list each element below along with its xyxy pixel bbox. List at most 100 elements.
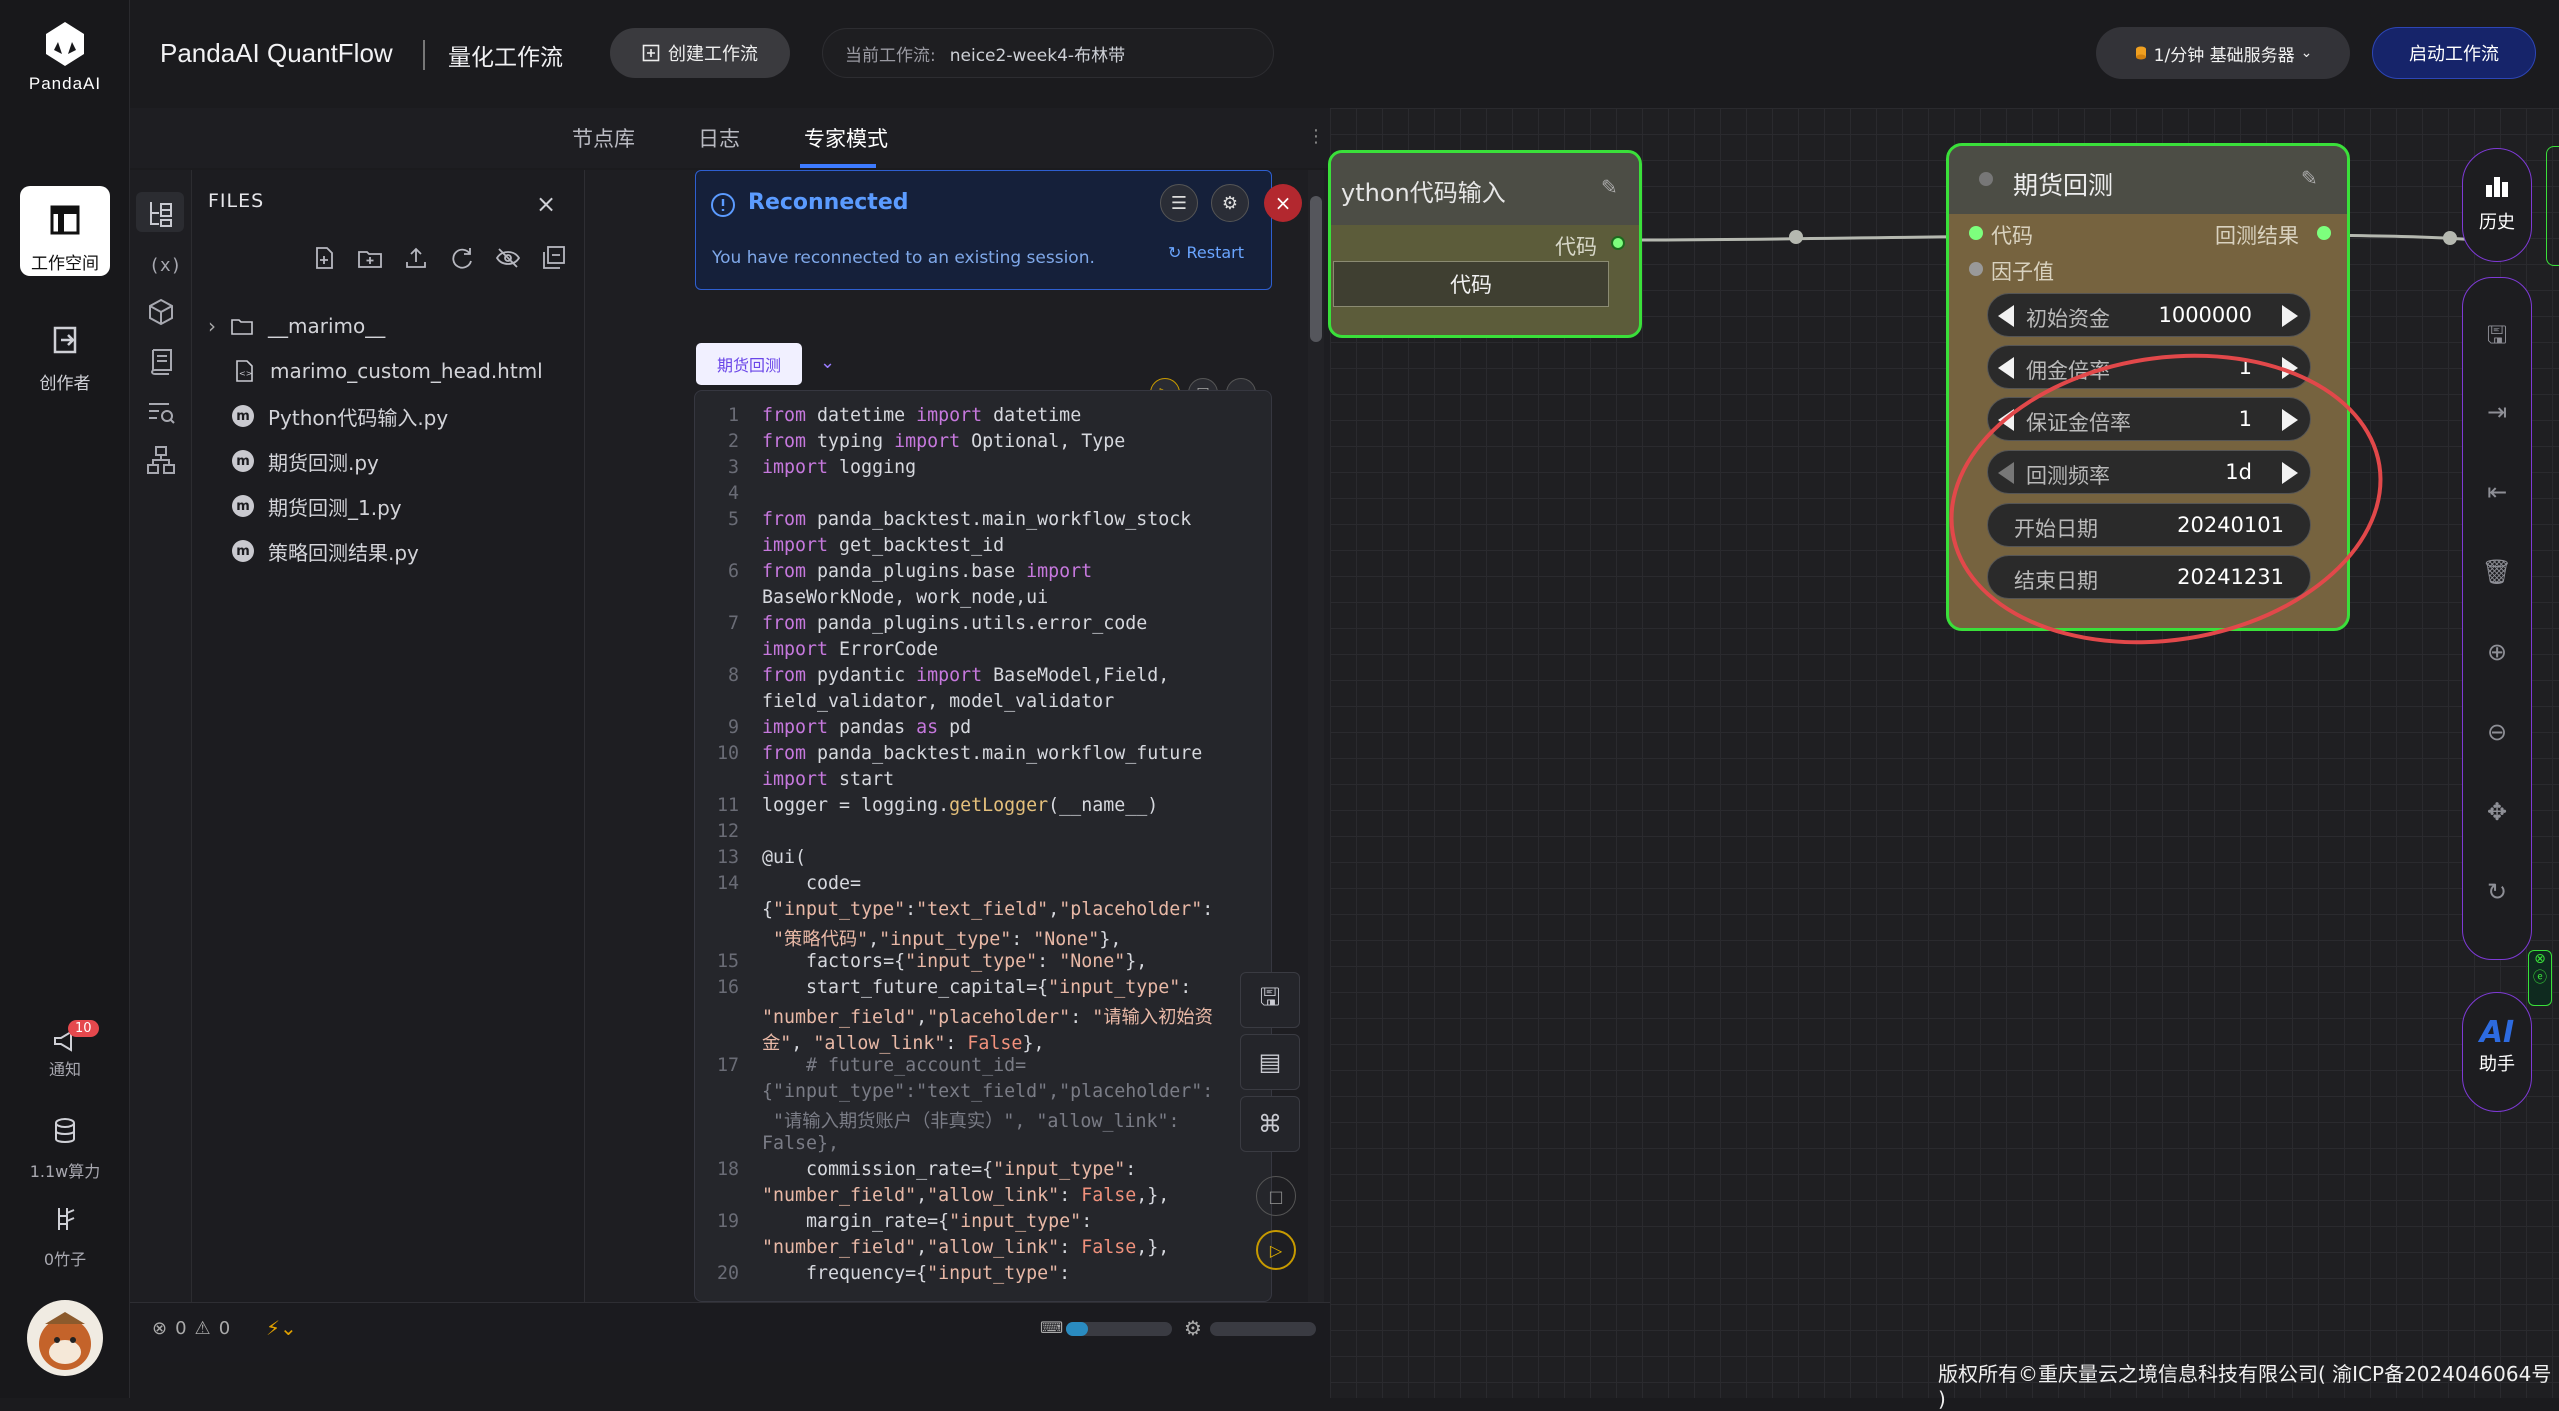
edit-icon[interactable]: ✎ — [2301, 166, 2318, 190]
notify-button[interactable]: 10 通知 — [0, 1020, 130, 1080]
keyboard-icon[interactable]: ⌨ — [1040, 1318, 1063, 1337]
edge-browser-icon[interactable]: ⓔ — [2529, 967, 2551, 987]
decrement-arrow-icon[interactable] — [1998, 305, 2014, 327]
ai-label: AI — [2479, 1015, 2515, 1050]
current-workflow-value: neice2-week4-布林带 — [949, 45, 1126, 66]
logo[interactable]: PandaAI — [0, 20, 130, 110]
svg-text:<>: <> — [239, 369, 252, 378]
close-icon[interactable]: ⊗ — [2529, 951, 2551, 967]
collapse-all-icon[interactable] — [540, 244, 568, 272]
param-initial-capital[interactable]: 初始资金 1000000 — [1987, 293, 2311, 337]
port-label: 代码 — [1991, 224, 2033, 248]
launch-workflow-button[interactable]: 启动工作流 — [2372, 27, 2536, 79]
ai-assistant-button[interactable]: AI 助手 — [2462, 992, 2532, 1112]
file-item-python-input[interactable]: m Python代码输入.py — [232, 398, 448, 434]
menu-icon[interactable]: ☰ — [1160, 184, 1198, 222]
new-folder-icon[interactable] — [356, 244, 384, 272]
edge-midpoint — [2443, 231, 2457, 245]
zoom-out-icon[interactable]: ⊖ — [2478, 718, 2516, 756]
close-icon[interactable]: × — [536, 190, 556, 218]
file-item-strategy-result[interactable]: m 策略回测结果.py — [232, 533, 419, 569]
creator-label: 创作者 — [39, 374, 91, 394]
lightning-icon[interactable]: ⚡⌄ — [266, 1316, 297, 1340]
cell-name-tag[interactable]: 期货回测 — [696, 343, 802, 385]
export-icon[interactable]: ⇥ — [2478, 398, 2516, 436]
package-icon[interactable] — [143, 294, 179, 330]
canvas-toolbar — [2462, 277, 2532, 960]
output-port[interactable] — [1611, 236, 1625, 250]
plus-square-icon — [642, 44, 660, 62]
edit-icon[interactable]: ✎ — [1601, 175, 1618, 199]
file-item-backtest-1[interactable]: m 期货回测_1.py — [232, 488, 402, 524]
create-workflow-button[interactable]: 创建工作流 — [610, 28, 790, 78]
status-dot — [1979, 172, 1993, 186]
save-icon[interactable]: 🖫 — [2478, 318, 2516, 356]
save-icon[interactable]: 🖫 — [1240, 972, 1300, 1028]
code-field[interactable]: 代码 — [1333, 261, 1609, 307]
cpu-gear-icon[interactable]: ⚙ — [1184, 1316, 1202, 1340]
compute-button[interactable]: 1.1w算力 — [0, 1116, 130, 1182]
current-workflow-label: 当前工作流: — [845, 45, 936, 66]
reconnected-title: Reconnected — [748, 190, 909, 215]
history-button[interactable]: 历史 — [2462, 148, 2532, 262]
file-tree-icon[interactable] — [143, 196, 179, 232]
bamboo-button[interactable]: 0竹子 — [0, 1204, 130, 1270]
output-port-result[interactable] — [2317, 226, 2331, 240]
node-title: ython代码输入 — [1331, 153, 1639, 225]
create-workflow-label: 创建工作流 — [668, 44, 758, 65]
input-port-factor[interactable] — [1969, 262, 1983, 276]
decrement-arrow-icon[interactable] — [1998, 357, 2014, 379]
server-label: 1/分钟 基础服务器 — [2153, 45, 2295, 66]
file-name: marimo_custom_head.html — [270, 359, 543, 383]
file-item-folder[interactable]: › __marimo__ — [208, 308, 385, 344]
file-name: 策略回测结果.py — [268, 540, 419, 565]
trash-icon[interactable]: 🗑 — [2478, 558, 2516, 596]
variables-icon[interactable]: (x) — [143, 246, 179, 282]
new-file-icon[interactable] — [310, 244, 338, 272]
eye-off-icon[interactable] — [494, 244, 522, 272]
search-list-icon[interactable] — [143, 394, 179, 430]
database-icon — [55, 1118, 75, 1143]
logo-label: PandaAI — [28, 74, 102, 93]
reset-icon[interactable]: ↻ — [2478, 878, 2516, 916]
notify-label: 通知 — [48, 1060, 81, 1079]
layout-icon — [50, 205, 80, 235]
problems-indicator[interactable]: ⊗ 0 ⚠ 0 — [152, 1318, 230, 1339]
settings-gear-icon[interactable]: ⚙ — [1211, 184, 1249, 222]
server-selector[interactable]: 1/分钟 基础服务器 ⌄ — [2096, 27, 2350, 79]
input-port-code[interactable] — [1969, 226, 1983, 240]
bamboo-icon — [58, 1208, 75, 1230]
bamboo-label: 0竹子 — [43, 1250, 87, 1269]
zoom-in-icon[interactable]: ⊕ — [2478, 638, 2516, 676]
avatar[interactable] — [27, 1300, 103, 1376]
tab-expert-mode[interactable]: 专家模式 — [804, 123, 888, 153]
workspace-button[interactable]: 工作空间 — [20, 186, 110, 276]
stop-all-icon[interactable]: □ — [1256, 1176, 1296, 1216]
layout-toggle-icon[interactable]: ▤ — [1240, 1034, 1300, 1090]
increment-arrow-icon[interactable] — [2282, 305, 2298, 327]
file-item-backtest[interactable]: m 期货回测.py — [232, 443, 379, 479]
memory-bar-fill — [1066, 1322, 1088, 1336]
run-all-icon[interactable]: ▷ — [1256, 1230, 1296, 1270]
upload-icon[interactable] — [402, 244, 430, 272]
file-item-html[interactable]: <> marimo_custom_head.html — [232, 353, 543, 389]
scroll-icon[interactable] — [143, 344, 179, 380]
scrollbar-thumb[interactable] — [1310, 196, 1322, 342]
refresh-icon[interactable] — [448, 244, 476, 272]
code-editor[interactable]: 1 from datetime import datetime 2 from typ… — [694, 390, 1272, 1302]
tab-logs[interactable]: 日志 — [698, 123, 740, 153]
command-icon[interactable]: ⌘ — [1240, 1096, 1300, 1152]
tab-node-library[interactable]: 节点库 — [572, 123, 635, 153]
creator-button[interactable]: 创作者 — [20, 306, 110, 396]
mini-controls[interactable]: ⊗ ⓔ — [2528, 950, 2552, 1006]
param-value[interactable]: 1000000 — [2158, 303, 2252, 327]
svg-text:(x): (x) — [149, 255, 179, 276]
dependency-graph-icon[interactable] — [143, 442, 179, 478]
restart-link[interactable]: ↻ Restart — [1168, 243, 1244, 262]
chevron-down-icon[interactable]: ⌄ — [820, 352, 835, 373]
import-icon[interactable]: ⇤ — [2478, 478, 2516, 516]
error-icon: ⊗ — [152, 1318, 168, 1339]
move-icon[interactable]: ✥ — [2478, 798, 2516, 836]
node-python-input[interactable]: ython代码输入 ✎ 代码 代码 — [1328, 150, 1642, 338]
close-session-icon[interactable]: × — [1264, 184, 1302, 222]
